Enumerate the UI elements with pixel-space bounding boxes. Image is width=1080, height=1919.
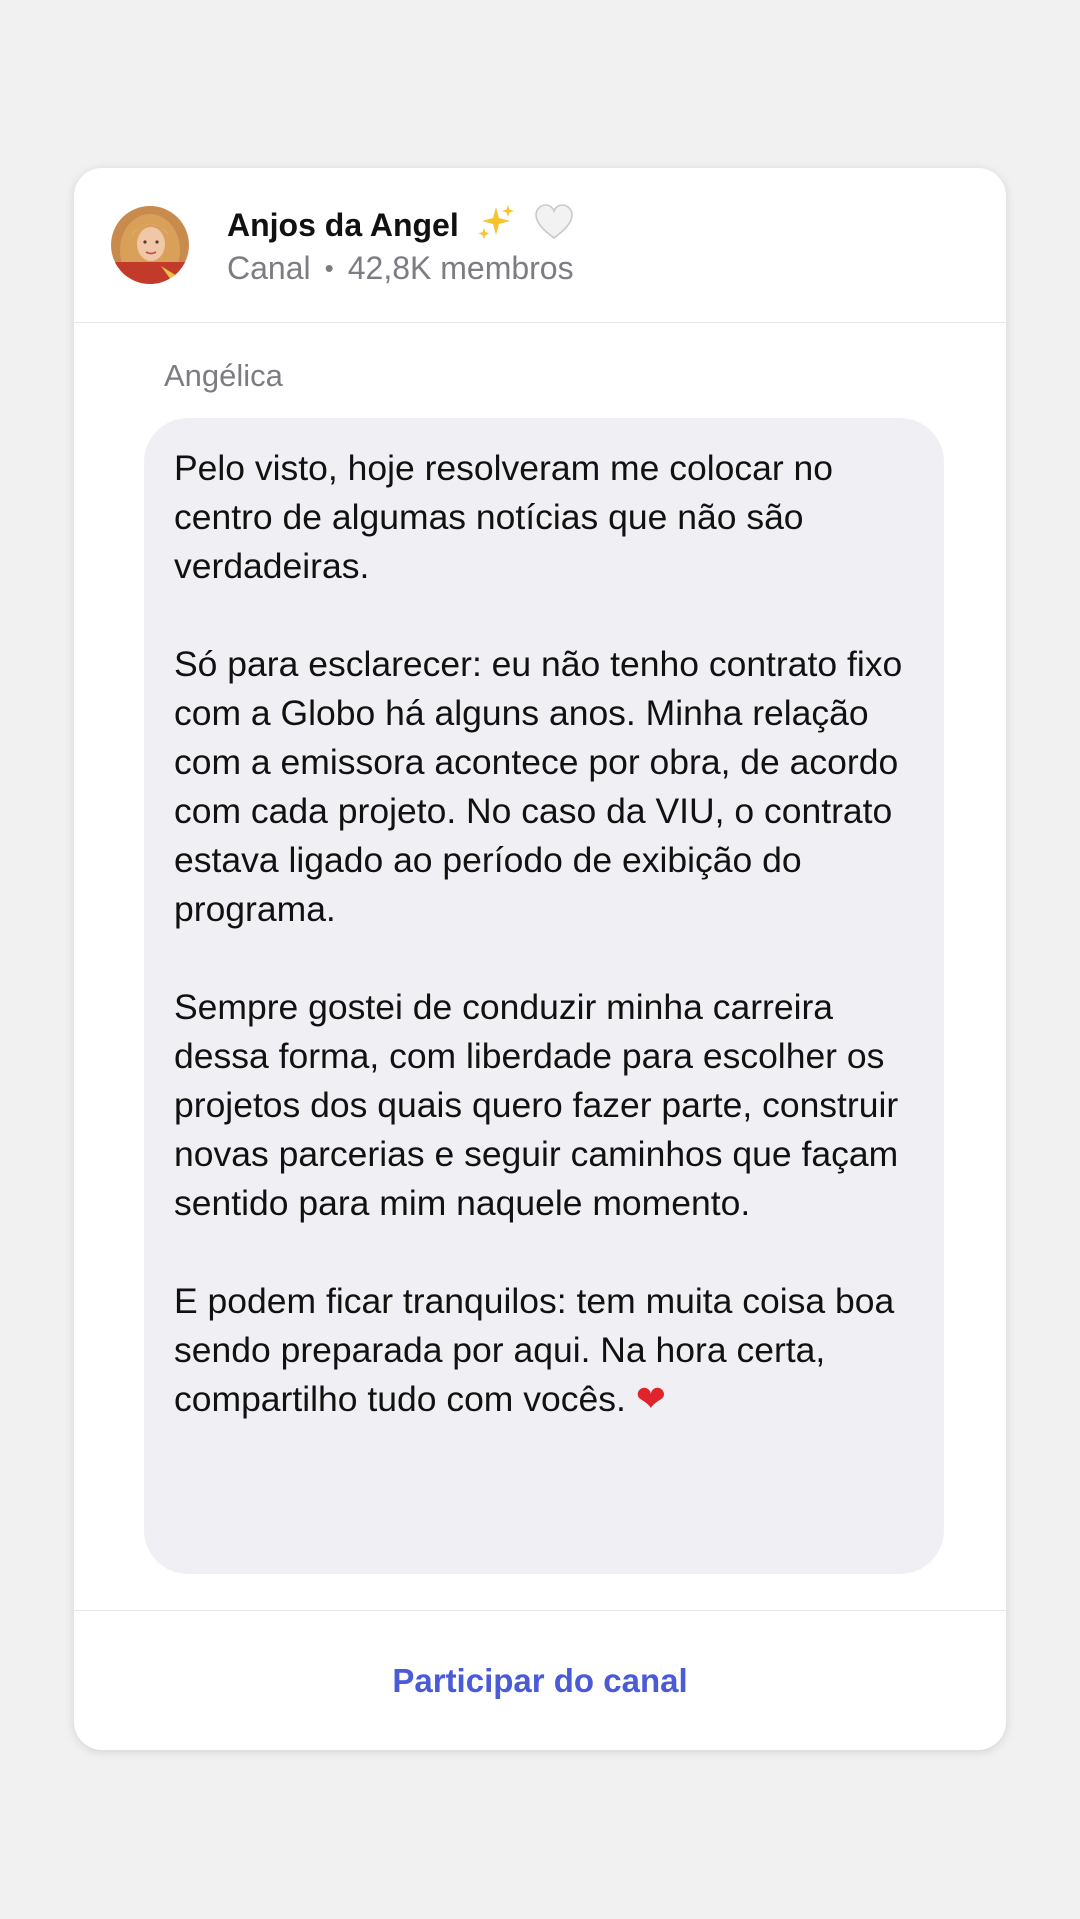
message-paragraph: Só para esclarecer: eu não tenho contrat…: [174, 644, 903, 929]
join-channel-button[interactable]: Participar do canal: [74, 1611, 1006, 1750]
message-sender: Angélica: [164, 358, 283, 393]
message-paragraph-text: E podem ficar tranquilos: tem muita cois…: [174, 1281, 895, 1419]
channel-type: Canal: [227, 250, 311, 286]
channel-meta: Canal • 42,8K membros: [227, 246, 574, 290]
message-paragraph-last: E podem ficar tranquilos: tem muita cois…: [174, 1277, 916, 1424]
white-heart-icon: [533, 203, 575, 252]
channel-avatar[interactable]: [111, 206, 189, 284]
channel-header[interactable]: Anjos da Angel Canal • 42,8K membros: [74, 168, 1006, 323]
message-bubble[interactable]: Pelo visto, hoje resolveram me colocar n…: [144, 418, 944, 1574]
message-paragraph: Pelo visto, hoje resolveram me colocar n…: [174, 448, 834, 586]
meta-separator: •: [324, 253, 334, 283]
message-paragraph: Sempre gostei de conduzir minha carreira…: [174, 987, 899, 1223]
card-footer: Participar do canal: [74, 1610, 1006, 1750]
member-count: 42,8K membros: [347, 250, 574, 286]
channel-preview-card: Anjos da Angel Canal • 42,8K membros Angél…: [74, 168, 1006, 1750]
channel-name: Anjos da Angel: [227, 206, 459, 243]
red-heart-icon: ❤: [635, 1379, 666, 1420]
